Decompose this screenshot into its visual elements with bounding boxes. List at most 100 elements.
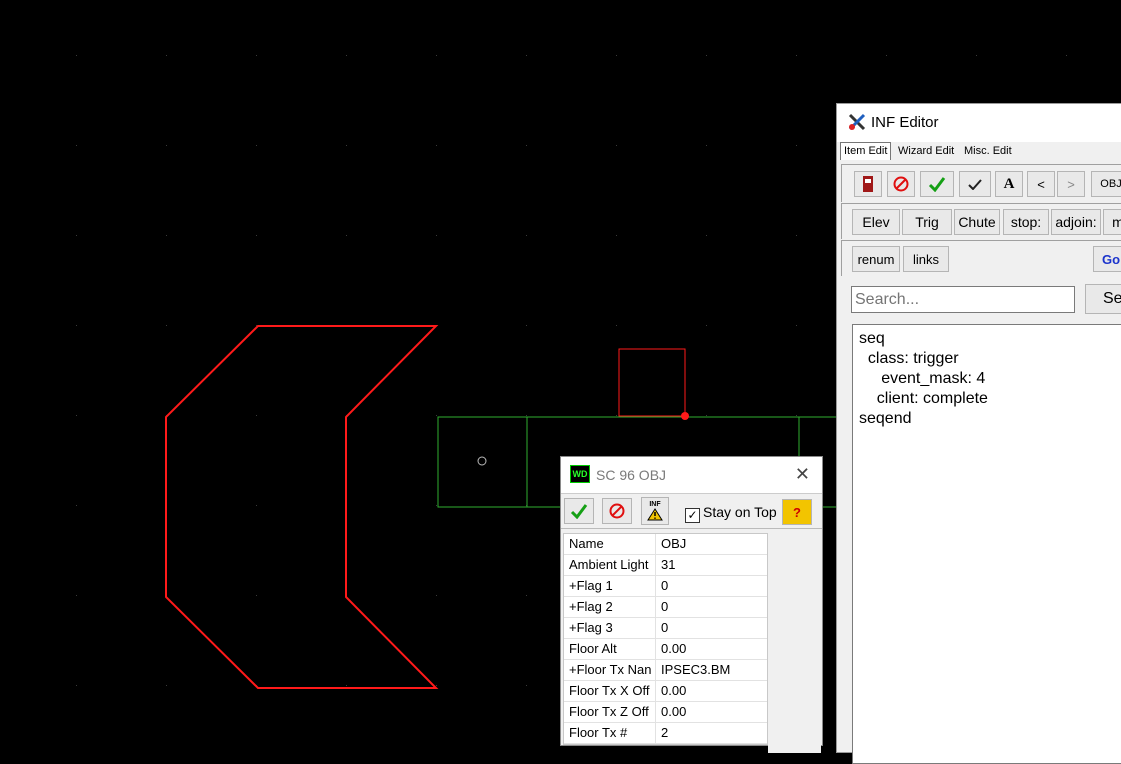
grid-dot: [706, 235, 707, 236]
more-button[interactable]: m: [1103, 209, 1121, 235]
property-row[interactable]: Name OBJ: [564, 534, 767, 555]
grid-dot: [526, 235, 527, 236]
property-value[interactable]: IPSEC3.BM: [655, 660, 771, 680]
property-value[interactable]: 0: [655, 618, 771, 638]
checkmark-icon: [928, 177, 946, 192]
cancel-button[interactable]: [602, 498, 632, 524]
grid-dot: [256, 145, 257, 146]
property-name: Floor Alt: [569, 641, 617, 656]
cancel-icon: [893, 176, 909, 192]
commit-button[interactable]: [564, 498, 594, 524]
property-row[interactable]: Floor Tx X Off 0.00: [564, 681, 767, 702]
chute-button[interactable]: Chute: [954, 209, 1000, 235]
inf-edit-button[interactable]: INF: [641, 497, 669, 525]
property-value[interactable]: 0: [655, 576, 771, 596]
property-row[interactable]: Ambient Light 31: [564, 555, 767, 576]
small-checkmark-icon: [968, 179, 982, 190]
adjoin-button[interactable]: adjoin:: [1051, 209, 1101, 235]
inf-editor-titlebar[interactable]: INF Editor: [837, 104, 1121, 142]
inf-utility-buttons: renum links Go: [841, 240, 1121, 276]
grid-dot: [166, 235, 167, 236]
quick-apply-button[interactable]: [959, 171, 991, 197]
inf-code-editor[interactable]: seq class: trigger event_mask: 4 client:…: [852, 324, 1121, 764]
property-value[interactable]: OBJ: [655, 534, 771, 554]
sector-dialog-title: SC 96 OBJ: [596, 467, 667, 483]
cancel-button[interactable]: [887, 171, 915, 197]
grid-dot: [166, 325, 167, 326]
previous-button[interactable]: <: [1027, 171, 1055, 197]
grid-dot: [706, 325, 707, 326]
sector-properties-grid[interactable]: Name OBJ Ambient Light 31 +Flag 1 0 +Flag 2 0 +F…: [563, 533, 768, 745]
close-icon[interactable]: ✕: [795, 464, 810, 485]
property-row[interactable]: Floor Tx Z Off 0.00: [564, 702, 767, 723]
tab-misc-edit[interactable]: Misc. Edit: [961, 143, 1015, 160]
code-line: client: complete: [859, 390, 988, 407]
property-row[interactable]: +Flag 20: [564, 597, 767, 618]
property-row[interactable]: +Flag 10: [564, 576, 767, 597]
inf-icon-label: INF: [649, 501, 661, 508]
search-button[interactable]: Se: [1085, 284, 1121, 314]
help-button[interactable]: ?: [782, 499, 812, 525]
grid-dot: [706, 55, 707, 56]
object-marker[interactable]: [477, 456, 487, 466]
grid-dot: [256, 505, 257, 506]
grid-dot: [346, 55, 347, 56]
search-input[interactable]: [851, 286, 1075, 313]
property-value[interactable]: 0.00: [655, 639, 771, 659]
renum-button[interactable]: renum: [852, 246, 900, 272]
tab-item-edit[interactable]: Item Edit: [840, 142, 892, 160]
property-row[interactable]: +Floor Tx Nan IPSEC3.BM: [564, 660, 767, 681]
property-value[interactable]: 0.00: [655, 702, 771, 722]
elev-button[interactable]: Elev: [852, 209, 900, 235]
grid-dot: [526, 325, 527, 326]
property-value[interactable]: 2: [655, 723, 771, 743]
grid-dot: [436, 415, 437, 416]
selected-sector-polygon[interactable]: [165, 325, 439, 689]
grid-dot: [706, 415, 707, 416]
grid-dot: [76, 145, 77, 146]
property-value[interactable]: 0.00: [655, 681, 771, 701]
grid-dot: [616, 55, 617, 56]
grid-dot: [76, 55, 77, 56]
inf-tools-icon: [848, 113, 866, 131]
links-button[interactable]: links: [903, 246, 949, 272]
selected-object-square[interactable]: [618, 348, 686, 417]
grid-dot: [526, 415, 527, 416]
grid-dot: [886, 55, 887, 56]
stay-on-top-checkbox[interactable]: ✓ Stay on Top: [685, 504, 777, 523]
property-name: Name: [569, 536, 604, 551]
selected-vertex[interactable]: [681, 412, 689, 420]
grid-empty-area: [768, 533, 821, 753]
grid-dot: [436, 595, 437, 596]
grid-dot: [436, 685, 437, 686]
grid-dot: [796, 235, 797, 236]
obj-button[interactable]: OBJ: [1091, 171, 1121, 197]
stop-button[interactable]: stop:: [1003, 209, 1049, 235]
trig-button[interactable]: Trig: [902, 209, 952, 235]
grid-dot: [526, 595, 527, 596]
property-value[interactable]: 0: [655, 597, 771, 617]
grid-dot: [436, 55, 437, 56]
property-row[interactable]: +Flag 30: [564, 618, 767, 639]
grid-dot: [976, 55, 977, 56]
property-value[interactable]: 31: [655, 555, 771, 575]
grid-dot: [616, 145, 617, 146]
grid-dot: [796, 415, 797, 416]
go-button[interactable]: Go: [1093, 246, 1121, 272]
grid-dot: [346, 235, 347, 236]
grid-dot: [76, 415, 77, 416]
property-name: Floor Tx #: [569, 725, 628, 740]
font-button[interactable]: A: [995, 171, 1023, 197]
apply-button[interactable]: [920, 171, 954, 197]
code-line: seqend: [859, 410, 912, 427]
sector-dialog-titlebar[interactable]: WD SC 96 OBJ ✕: [561, 457, 822, 493]
property-row[interactable]: Floor Alt 0.00: [564, 639, 767, 660]
code-line: seq: [859, 330, 885, 347]
code-line: event_mask: 4: [859, 370, 986, 387]
next-button[interactable]: >: [1057, 171, 1085, 197]
checkmark-icon: [570, 504, 588, 519]
tab-wizard-edit[interactable]: Wizard Edit: [895, 143, 957, 160]
save-file-button[interactable]: [854, 171, 882, 197]
grid-dot: [436, 145, 437, 146]
grid-dot: [436, 505, 437, 506]
